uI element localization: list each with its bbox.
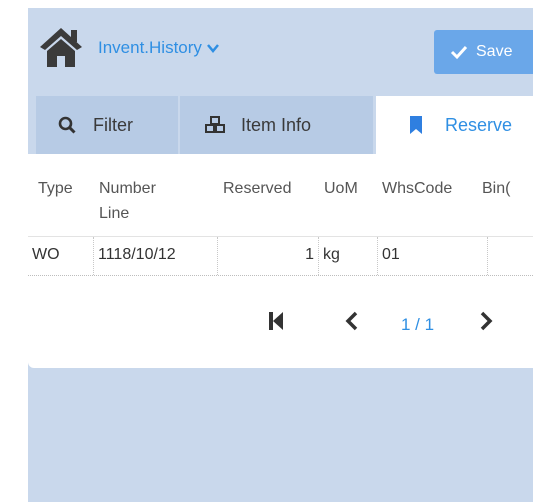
save-button-label: Save xyxy=(476,43,513,60)
tab-reserved[interactable]: Reserve xyxy=(376,96,533,154)
cell-reserved: 1 xyxy=(218,237,319,275)
cell-whscode: 01 xyxy=(378,237,488,275)
app-window: Invent.History Save Filter Item Info Res… xyxy=(28,8,533,502)
cubes-icon xyxy=(205,116,225,133)
tab-filter-label: Filter xyxy=(93,114,133,135)
table-row[interactable]: WO 1118/10/12 1 kg 01 xyxy=(28,236,533,276)
column-header-reserved[interactable]: Reserved xyxy=(223,176,291,201)
reserved-panel: Type Number Line Reserved UoM WhsCode Bi… xyxy=(28,154,533,368)
next-page-icon[interactable] xyxy=(479,310,493,332)
column-header-uom[interactable]: UoM xyxy=(324,176,358,201)
column-header-whscode[interactable]: WhsCode xyxy=(382,176,452,201)
previous-page-icon[interactable] xyxy=(345,310,359,332)
grid-header: Type Number Line Reserved UoM WhsCode Bi… xyxy=(28,154,533,236)
cell-bin xyxy=(488,237,533,275)
cell-uom: kg xyxy=(319,237,378,275)
tab-item-info[interactable]: Item Info xyxy=(180,96,373,154)
save-button[interactable]: Save xyxy=(434,30,533,74)
cell-number: 1118/10/12 xyxy=(94,237,218,275)
chevron-down-icon xyxy=(206,44,219,53)
search-icon xyxy=(58,116,76,134)
pager: 1 / 1 xyxy=(28,304,533,340)
check-icon xyxy=(450,45,468,60)
cell-type: WO xyxy=(28,237,94,275)
tab-filter[interactable]: Filter xyxy=(36,96,178,154)
tab-item-info-label: Item Info xyxy=(241,114,312,135)
bookmark-icon xyxy=(410,116,422,134)
page-title-label: Invent.History xyxy=(98,38,202,57)
column-header-number-line[interactable]: Number Line xyxy=(99,176,156,226)
home-icon[interactable] xyxy=(38,25,84,69)
column-header-line: Line xyxy=(99,205,130,222)
column-header-type[interactable]: Type xyxy=(38,176,73,201)
header-bar: Invent.History Save xyxy=(28,8,533,90)
tab-reserved-label: Reserve xyxy=(445,114,513,135)
page-indicator: 1 / 1 xyxy=(401,315,435,334)
column-header-bin[interactable]: Bin( xyxy=(482,176,510,201)
tab-bar: Filter Item Info Reserve xyxy=(28,96,533,154)
column-header-number: Number xyxy=(99,180,156,197)
first-page-icon[interactable] xyxy=(268,310,284,332)
page-title[interactable]: Invent.History xyxy=(98,38,219,58)
